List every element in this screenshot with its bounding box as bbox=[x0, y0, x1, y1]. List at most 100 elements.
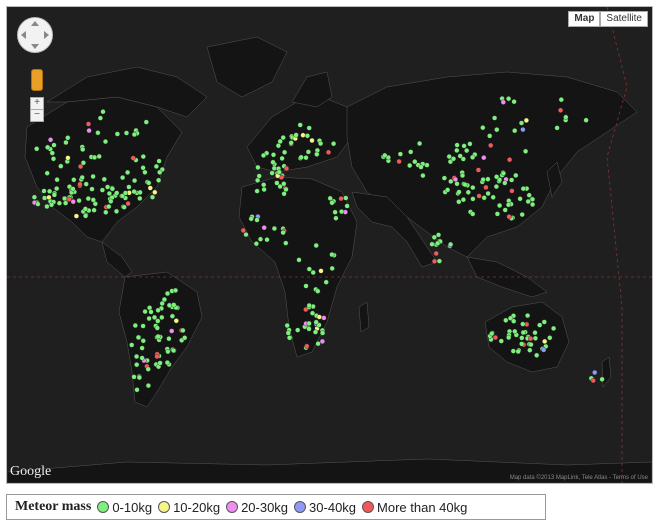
pan-control[interactable] bbox=[17, 17, 53, 53]
zoom-out-button[interactable]: − bbox=[31, 109, 43, 121]
meteor-marker[interactable] bbox=[485, 176, 491, 182]
meteor-marker[interactable] bbox=[155, 333, 161, 340]
meteor-marker[interactable] bbox=[461, 143, 467, 149]
meteor-marker[interactable] bbox=[306, 266, 312, 272]
meteor-marker[interactable] bbox=[121, 204, 127, 210]
meteor-marker[interactable] bbox=[284, 322, 290, 329]
meteor-marker[interactable] bbox=[56, 200, 63, 206]
meteor-marker[interactable] bbox=[280, 135, 286, 141]
meteor-marker[interactable] bbox=[260, 152, 267, 159]
map-type-map-button[interactable]: Map bbox=[568, 11, 601, 27]
meteor-marker[interactable] bbox=[31, 194, 38, 200]
meteor-marker[interactable] bbox=[465, 189, 471, 195]
meteor-marker[interactable] bbox=[136, 375, 143, 381]
meteor-marker[interactable] bbox=[382, 152, 388, 159]
meteor-marker[interactable] bbox=[113, 208, 120, 214]
meteor-marker[interactable] bbox=[318, 140, 324, 147]
meteor-marker[interactable] bbox=[550, 325, 557, 332]
meteor-marker[interactable] bbox=[282, 149, 288, 155]
meteor-marker[interactable] bbox=[254, 188, 260, 194]
meteor-marker[interactable] bbox=[488, 142, 494, 149]
meteor-marker[interactable] bbox=[256, 173, 262, 179]
meteor-marker[interactable] bbox=[431, 234, 437, 240]
meteor-marker[interactable] bbox=[450, 156, 457, 162]
meteor-marker[interactable] bbox=[306, 320, 312, 327]
meteor-marker[interactable] bbox=[140, 154, 146, 160]
meteor-marker[interactable] bbox=[481, 155, 487, 161]
meteor-marker[interactable] bbox=[145, 366, 151, 372]
meteor-marker[interactable] bbox=[283, 165, 290, 172]
meteor-marker[interactable] bbox=[44, 203, 50, 210]
meteor-marker[interactable] bbox=[103, 209, 109, 215]
meteor-marker[interactable] bbox=[537, 322, 543, 328]
meteor-marker[interactable] bbox=[502, 207, 508, 213]
pegman-icon[interactable] bbox=[31, 69, 43, 91]
meteor-marker[interactable] bbox=[108, 198, 114, 204]
meteor-marker[interactable] bbox=[313, 319, 319, 325]
meteor-marker[interactable] bbox=[332, 209, 338, 215]
meteor-marker[interactable] bbox=[329, 265, 335, 272]
meteor-marker[interactable] bbox=[525, 198, 531, 205]
meteor-marker[interactable] bbox=[288, 140, 294, 146]
meteor-marker[interactable] bbox=[66, 196, 72, 202]
meteor-marker[interactable] bbox=[285, 330, 291, 336]
meteor-marker[interactable] bbox=[164, 290, 171, 297]
meteor-marker[interactable] bbox=[306, 326, 312, 332]
meteor-marker[interactable] bbox=[592, 369, 598, 376]
meteor-marker[interactable] bbox=[90, 173, 96, 180]
meteor-marker[interactable] bbox=[542, 338, 548, 345]
meteor-marker[interactable] bbox=[520, 321, 526, 327]
meteor-marker[interactable] bbox=[333, 215, 339, 221]
meteor-marker[interactable] bbox=[140, 323, 146, 329]
meteor-marker[interactable] bbox=[534, 352, 540, 358]
meteor-marker[interactable] bbox=[493, 184, 500, 190]
meteor-marker[interactable] bbox=[304, 343, 310, 349]
meteor-marker[interactable] bbox=[82, 213, 89, 219]
meteor-marker[interactable] bbox=[58, 163, 64, 169]
meteor-marker[interactable] bbox=[500, 99, 506, 105]
meteor-marker[interactable] bbox=[298, 154, 304, 160]
meteor-marker[interactable] bbox=[80, 146, 86, 153]
meteor-marker[interactable] bbox=[54, 186, 60, 192]
meteor-marker[interactable] bbox=[506, 334, 512, 341]
meteor-marker[interactable] bbox=[44, 144, 51, 150]
meteor-marker[interactable] bbox=[86, 127, 92, 134]
meteor-marker[interactable] bbox=[527, 336, 534, 342]
meteor-marker[interactable] bbox=[452, 176, 459, 183]
meteor-marker[interactable] bbox=[142, 309, 148, 315]
meteor-marker[interactable] bbox=[54, 177, 60, 183]
meteor-marker[interactable] bbox=[281, 181, 287, 187]
meteor-marker[interactable] bbox=[480, 177, 486, 183]
meteor-marker[interactable] bbox=[182, 335, 188, 341]
meteor-marker[interactable] bbox=[71, 177, 77, 183]
meteor-marker[interactable] bbox=[159, 314, 165, 321]
meteor-marker[interactable] bbox=[255, 164, 261, 171]
meteor-marker[interactable] bbox=[134, 353, 140, 360]
meteor-marker[interactable] bbox=[95, 130, 101, 136]
meteor-marker[interactable] bbox=[331, 141, 337, 147]
meteor-marker[interactable] bbox=[51, 192, 58, 198]
meteor-marker[interactable] bbox=[257, 236, 264, 242]
meteor-marker[interactable] bbox=[485, 190, 491, 197]
meteor-marker[interactable] bbox=[61, 195, 68, 202]
meteor-marker[interactable] bbox=[157, 360, 163, 366]
meteor-marker[interactable] bbox=[73, 213, 80, 219]
meteor-marker[interactable] bbox=[173, 318, 179, 324]
meteor-marker[interactable] bbox=[494, 127, 500, 133]
meteor-marker[interactable] bbox=[76, 198, 82, 204]
meteor-marker[interactable] bbox=[418, 164, 424, 170]
meteor-marker[interactable] bbox=[41, 188, 47, 194]
meteor-marker[interactable] bbox=[497, 202, 503, 209]
pan-right-icon[interactable] bbox=[44, 31, 49, 39]
meteor-marker[interactable] bbox=[279, 155, 285, 162]
meteor-marker[interactable] bbox=[48, 202, 55, 208]
meteor-marker[interactable] bbox=[315, 288, 321, 294]
meteor-marker[interactable] bbox=[480, 125, 486, 131]
meteor-marker[interactable] bbox=[157, 169, 163, 175]
meteor-marker[interactable] bbox=[489, 331, 495, 337]
meteor-marker[interactable] bbox=[99, 187, 106, 193]
meteor-marker[interactable] bbox=[126, 184, 132, 190]
meteor-marker[interactable] bbox=[261, 225, 267, 231]
meteor-marker[interactable] bbox=[462, 182, 468, 188]
meteor-marker[interactable] bbox=[314, 151, 320, 157]
